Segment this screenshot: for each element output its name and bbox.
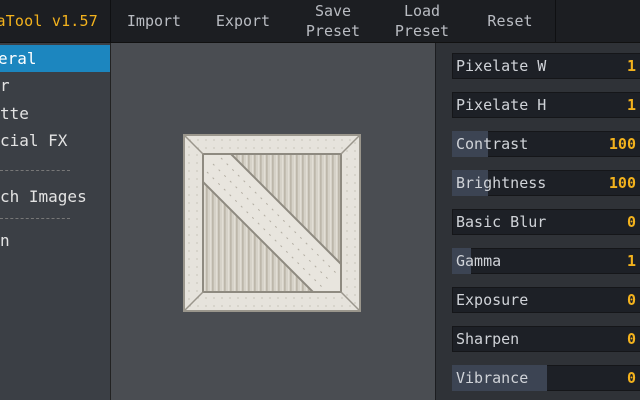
slider-value: 1 [626, 252, 636, 270]
slider-label: Vibrance [456, 369, 529, 387]
slider-brightness[interactable]: Brightness 100 [452, 170, 640, 196]
slider-value: 100 [608, 135, 636, 153]
slider-pixelate-w[interactable]: Pixelate W 1 [452, 53, 640, 79]
sidebar-separator [0, 218, 70, 220]
export-button[interactable]: Export [202, 0, 284, 42]
slider-contrast[interactable]: Contrast 100 [452, 131, 640, 157]
slider-gamma[interactable]: Gamma 1 [452, 248, 640, 274]
slider-pixelate-h[interactable]: Pixelate H 1 [452, 92, 640, 118]
sidebar-item-label: tte [0, 104, 29, 123]
top-toolbar: aTool v1.57 Import Export Save Preset Lo… [0, 0, 640, 43]
toolbar-divider [110, 0, 111, 42]
slider-value: 1 [626, 96, 636, 114]
sidebar-item-label: ch Images [0, 187, 87, 206]
save-preset-button[interactable]: Save Preset [292, 0, 374, 42]
slider-label: Gamma [456, 252, 502, 270]
slider-basic-blur[interactable]: Basic Blur 0 [452, 209, 640, 235]
sidebar-item-label: eral [0, 49, 37, 68]
slider-value: 0 [626, 369, 636, 387]
sidebar-item-batch-images[interactable]: ch Images [0, 183, 110, 210]
sidebar-item-palette[interactable]: tte [0, 100, 110, 127]
slider-label: Pixelate H [456, 96, 547, 114]
slider-label: Sharpen [456, 330, 520, 348]
slider-label: Pixelate W [456, 57, 547, 75]
slider-value: 0 [626, 330, 636, 348]
sidebar-item-misc[interactable]: n [0, 227, 110, 254]
sidebar-item-color[interactable]: r [0, 72, 110, 99]
wooden-crate-image [183, 134, 361, 312]
slider-value: 1 [626, 57, 636, 75]
sidebar-item-label: r [0, 76, 10, 95]
sidebar-item-general[interactable]: eral [0, 45, 110, 72]
slider-label: Contrast [456, 135, 529, 153]
slider-label: Basic Blur [456, 213, 547, 231]
slider-sharpen[interactable]: Sharpen 0 [452, 326, 640, 352]
sidebar-item-label: cial FX [0, 131, 68, 150]
slider-value: 0 [626, 291, 636, 309]
sidebar-separator [0, 170, 70, 172]
toolbar-divider [555, 0, 556, 42]
app-title: aTool v1.57 [0, 12, 98, 30]
slider-label: Exposure [456, 291, 529, 309]
sidebar-item-label: n [0, 231, 10, 250]
slider-value: 0 [626, 213, 636, 231]
slider-exposure[interactable]: Exposure 0 [452, 287, 640, 313]
sidebar: eral r tte cial FX ch Images n [0, 43, 111, 400]
slider-vibrance[interactable]: Vibrance 0 [452, 365, 640, 391]
load-preset-button[interactable]: Load Preset [381, 0, 463, 42]
slider-value: 100 [608, 174, 636, 192]
reset-button[interactable]: Reset [470, 0, 550, 42]
sidebar-item-special-fx[interactable]: cial FX [0, 127, 110, 154]
import-button[interactable]: Import [114, 0, 194, 42]
image-preview-area [111, 43, 435, 400]
slider-label: Brightness [456, 174, 547, 192]
adjustments-panel: Pixelate W 1 Pixelate H 1 Contrast 100 B… [435, 43, 640, 400]
